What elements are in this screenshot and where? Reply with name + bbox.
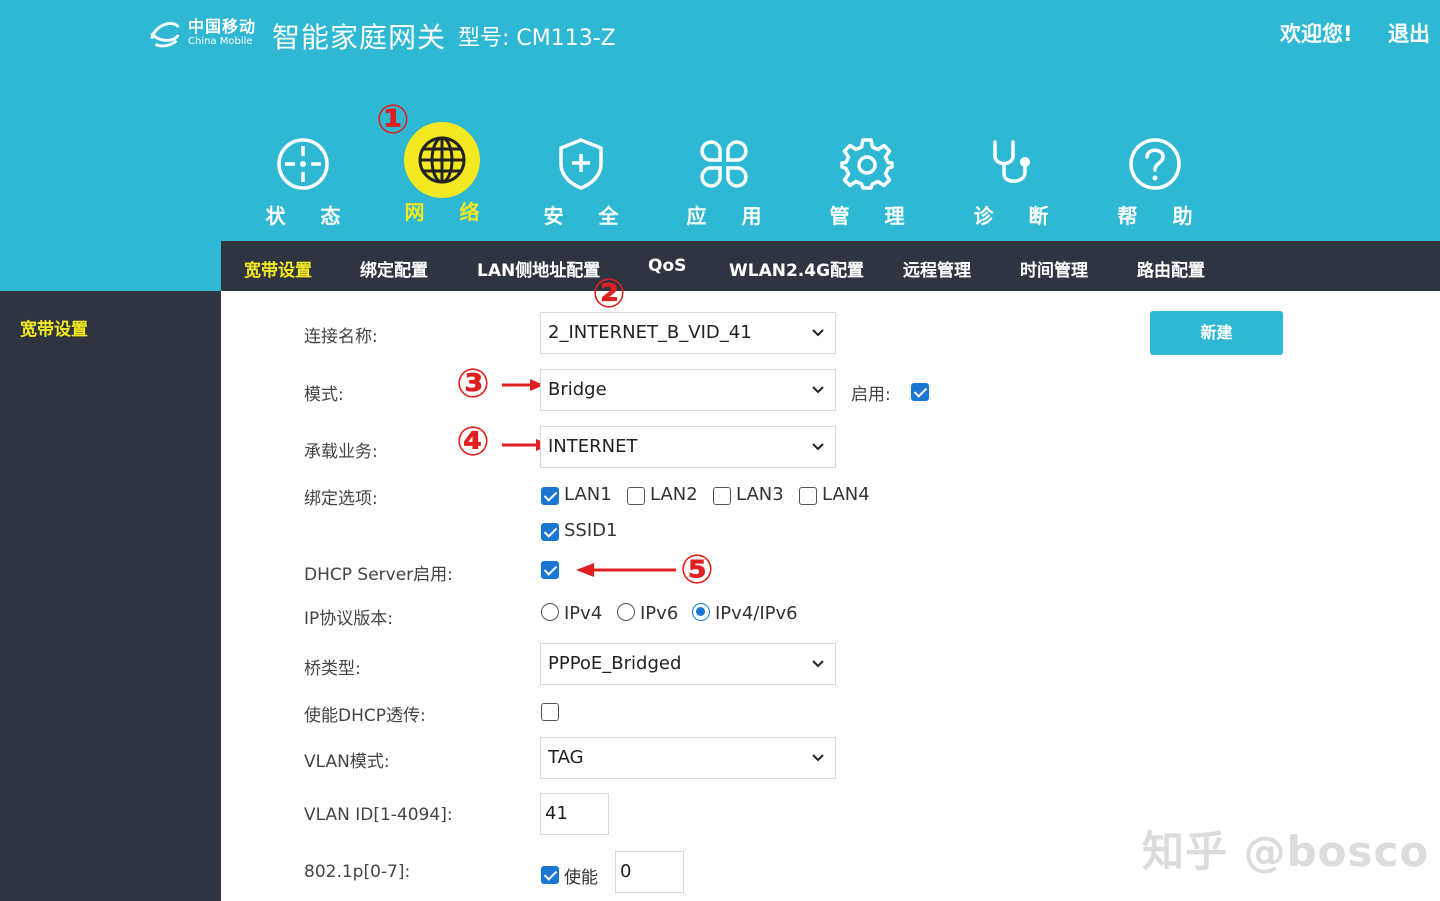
- ipv4-label: IPv4: [564, 603, 603, 624]
- subtab-qos[interactable]: QoS: [648, 256, 686, 276]
- connection-name-select[interactable]: 2_INTERNET_B_VID_41: [540, 312, 836, 354]
- vlan-mode-select[interactable]: TAG: [540, 737, 836, 779]
- gear-icon: [840, 138, 894, 190]
- annotation-5: ⑤: [680, 547, 714, 593]
- vlan-mode-value: TAG: [548, 747, 584, 768]
- nav-manage-label: 管 理: [829, 204, 919, 228]
- nav-network[interactable]: 网 络: [382, 122, 502, 225]
- shield-icon: [559, 138, 603, 190]
- chevron-down-icon: [812, 443, 824, 451]
- lan4-label: LAN4: [822, 484, 870, 505]
- annotation-1: ①: [376, 97, 410, 143]
- service-select[interactable]: INTERNET: [540, 426, 836, 468]
- chevron-down-icon: [812, 329, 824, 337]
- bridge-type-select[interactable]: PPPoE_Bridged: [540, 643, 836, 685]
- ssid1-checkbox[interactable]: [541, 523, 559, 541]
- nav-diagnose-label: 诊 断: [973, 204, 1063, 228]
- new-button[interactable]: 新建: [1150, 311, 1283, 355]
- chevron-down-icon: [812, 660, 824, 668]
- china-mobile-logo-icon: [150, 22, 180, 48]
- ipv6-radio[interactable]: [617, 603, 635, 621]
- connection-name-value: 2_INTERNET_B_VID_41: [548, 322, 752, 343]
- enable-checkbox[interactable]: [911, 383, 929, 401]
- ssid1-label: SSID1: [564, 520, 618, 541]
- nav-help[interactable]: 帮 助: [1095, 132, 1215, 229]
- dhcp-passthrough-label: 使能DHCP透传:: [304, 706, 426, 726]
- nav-help-label: 帮 助: [1117, 204, 1207, 228]
- help-icon: [1129, 138, 1181, 190]
- nav-diagnose[interactable]: 诊 断: [951, 132, 1071, 229]
- watermark: 知乎 @bosco: [1142, 827, 1430, 876]
- mode-value: Bridge: [548, 379, 607, 400]
- ipv4-ipv6-radio[interactable]: [692, 603, 710, 621]
- chevron-down-icon: [812, 754, 824, 762]
- vlan-id-input[interactable]: 41: [540, 793, 609, 835]
- lan2-label: LAN2: [650, 484, 698, 505]
- subtab-remote[interactable]: 远程管理: [903, 256, 971, 281]
- stethoscope-icon: [993, 140, 1030, 183]
- ipv4-radio[interactable]: [541, 603, 559, 621]
- mode-select[interactable]: Bridge: [540, 369, 836, 411]
- connection-name-label: 连接名称:: [304, 327, 378, 347]
- subtab-lan-address[interactable]: LAN侧地址配置: [477, 256, 600, 281]
- nav-status-label: 状 态: [265, 204, 355, 228]
- sidebar: 宽带设置: [0, 291, 221, 901]
- annotation-4: ④: [456, 419, 490, 465]
- nav-apps[interactable]: 应 用: [664, 132, 784, 229]
- welcome-text: 欢迎您!: [1280, 22, 1353, 46]
- china-mobile-logo: 中国移动 China Mobile: [146, 14, 256, 52]
- target-icon: [277, 138, 329, 190]
- lan1-label: LAN1: [564, 484, 612, 505]
- subtab-route[interactable]: 路由配置: [1137, 256, 1205, 281]
- lan1-checkbox[interactable]: [541, 487, 559, 505]
- dhcp-server-label: DHCP Server启用:: [304, 565, 453, 585]
- mode-label: 模式:: [304, 385, 344, 405]
- subtab-broadband[interactable]: 宽带设置: [244, 256, 312, 281]
- priority-enable-label: 使能: [564, 868, 598, 888]
- nav-status[interactable]: 状 态: [243, 132, 363, 229]
- annotation-arrow-5: [576, 563, 676, 577]
- service-value: INTERNET: [548, 436, 638, 457]
- vlan-mode-label: VLAN模式:: [304, 752, 390, 772]
- nav-security-label: 安 全: [543, 204, 633, 228]
- nav-network-label: 网 络: [404, 200, 494, 224]
- bridge-type-label: 桥类型:: [304, 659, 361, 679]
- model-label: 型号: CM113-Z: [458, 26, 616, 51]
- enable-label: 启用:: [851, 385, 891, 405]
- service-label: 承载业务:: [304, 442, 378, 462]
- bridge-type-value: PPPoE_Bridged: [548, 653, 682, 674]
- subtab-time[interactable]: 时间管理: [1020, 256, 1088, 281]
- nav-manage[interactable]: 管 理: [807, 132, 927, 229]
- logo-cn-text: 中国移动: [188, 17, 257, 36]
- dhcp-server-checkbox[interactable]: [541, 561, 559, 579]
- lan4-checkbox[interactable]: [799, 487, 817, 505]
- subtab-binding[interactable]: 绑定配置: [360, 256, 428, 281]
- annotation-2: ②: [592, 271, 626, 317]
- ip-version-label: IP协议版本:: [304, 609, 393, 629]
- lan3-checkbox[interactable]: [713, 487, 731, 505]
- product-title: 智能家庭网关: [272, 21, 447, 54]
- annotation-3: ③: [456, 361, 490, 407]
- ipv6-label: IPv6: [640, 603, 679, 624]
- sidebar-item-broadband[interactable]: 宽带设置: [20, 315, 88, 340]
- apps-icon: [700, 140, 748, 188]
- logout-link[interactable]: 退出: [1388, 18, 1430, 48]
- subtab-wlan24g[interactable]: WLAN2.4G配置: [729, 256, 864, 281]
- priority-input[interactable]: 0: [615, 851, 684, 893]
- ipv4-ipv6-label: IPv4/IPv6: [715, 603, 798, 624]
- binding-label: 绑定选项:: [304, 489, 378, 509]
- nav-apps-label: 应 用: [686, 204, 776, 228]
- globe-icon: [418, 136, 466, 184]
- priority-label: 802.1p[0-7]:: [304, 862, 411, 882]
- logo-en-text: China Mobile: [188, 36, 253, 47]
- vlan-id-label: VLAN ID[1-4094]:: [304, 805, 453, 825]
- nav-security[interactable]: 安 全: [521, 132, 641, 229]
- chevron-down-icon: [812, 386, 824, 394]
- dhcp-passthrough-checkbox[interactable]: [541, 703, 559, 721]
- priority-enable-checkbox[interactable]: [541, 866, 559, 884]
- lan2-checkbox[interactable]: [627, 487, 645, 505]
- lan3-label: LAN3: [736, 484, 784, 505]
- sub-tab-bar: 宽带设置 绑定配置 LAN侧地址配置 QoS WLAN2.4G配置 远程管理 时…: [221, 241, 1440, 291]
